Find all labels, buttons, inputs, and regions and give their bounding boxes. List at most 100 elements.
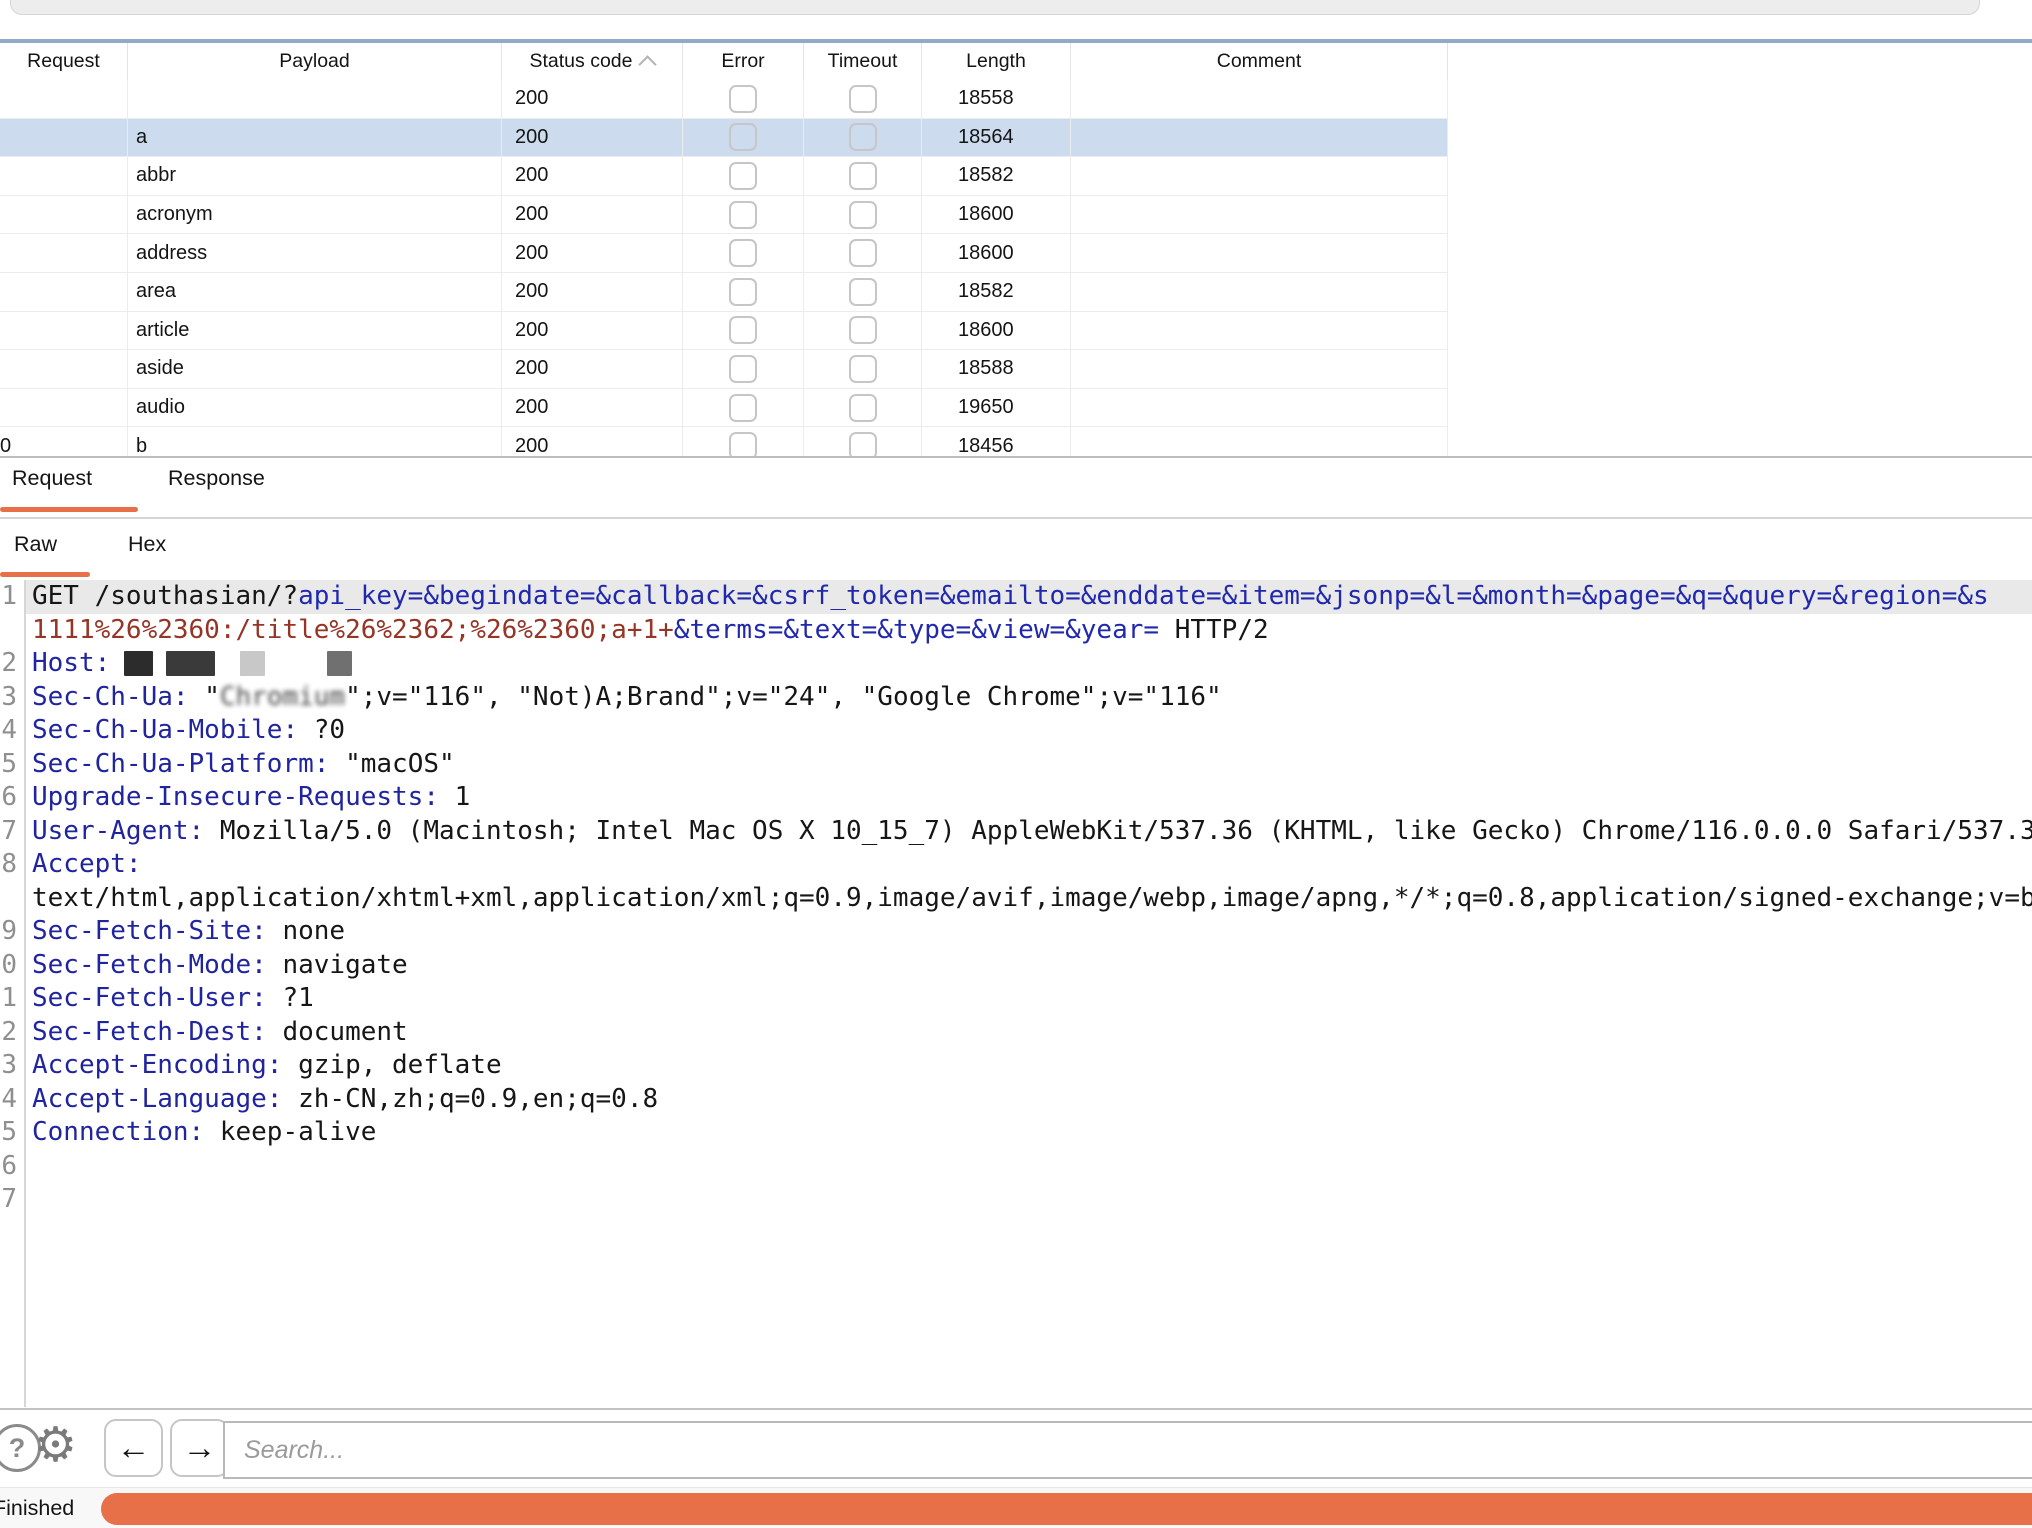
comment-cell	[1071, 234, 1448, 273]
timeout-checkbox[interactable]	[849, 432, 877, 456]
request-number-cell	[0, 312, 128, 351]
table-row[interactable]: address 200 18600	[0, 234, 1448, 273]
code-text: Sec-Ch-Ua-Platform: "macOS"	[32, 748, 2032, 782]
line-number: 4	[0, 1083, 17, 1117]
gear-icon[interactable]: ⚙	[34, 1414, 77, 1478]
error-cell	[683, 427, 804, 456]
table-row[interactable]: a 200 18564	[0, 119, 1448, 158]
timeout-checkbox[interactable]	[849, 162, 877, 190]
line-number: 5	[0, 748, 17, 782]
timeout-checkbox[interactable]	[849, 85, 877, 113]
error-cell	[683, 119, 804, 158]
payload-cell: acronym	[128, 196, 502, 235]
error-checkbox[interactable]	[729, 85, 757, 113]
error-cell	[683, 350, 804, 389]
results-table-header: Request Payload Status code Error Timeou…	[0, 43, 2032, 81]
code-text: Host:	[32, 647, 2032, 681]
status-code-cell: 200	[502, 273, 683, 312]
tab-request[interactable]: Request	[12, 466, 92, 491]
error-checkbox[interactable]	[729, 355, 757, 383]
column-header-request[interactable]: Request	[0, 43, 128, 80]
line-number: 6	[0, 781, 17, 815]
line-number: 0	[0, 949, 17, 983]
timeout-checkbox[interactable]	[849, 201, 877, 229]
table-row[interactable]: 200 18558	[0, 80, 1448, 119]
code-line: 6	[0, 1150, 2032, 1184]
table-row[interactable]: abbr 200 18582	[0, 157, 1448, 196]
line-number: 4	[0, 714, 17, 748]
column-header-length[interactable]: Length	[922, 43, 1071, 80]
timeout-cell	[804, 157, 922, 196]
previous-match-button[interactable]: ←	[104, 1419, 163, 1477]
error-checkbox[interactable]	[729, 239, 757, 267]
active-view-indicator	[0, 572, 90, 577]
error-cell	[683, 234, 804, 273]
comment-cell	[1071, 273, 1448, 312]
table-editor-splitter[interactable]	[0, 456, 2032, 458]
filter-bar[interactable]	[10, 0, 1980, 15]
code-line: 1111%26%2360:/title%26%2362;%26%2360;a+1…	[0, 614, 2032, 648]
timeout-checkbox[interactable]	[849, 239, 877, 267]
error-cell	[683, 273, 804, 312]
column-header-payload[interactable]: Payload	[128, 43, 502, 80]
timeout-cell	[804, 350, 922, 389]
tab-raw[interactable]: Raw	[14, 532, 57, 557]
comment-cell	[1071, 427, 1448, 456]
error-checkbox[interactable]	[729, 394, 757, 422]
status-code-cell: 200	[502, 80, 683, 119]
comment-cell	[1071, 157, 1448, 196]
tabs-divider	[0, 517, 2032, 519]
next-match-button[interactable]: →	[170, 1419, 229, 1477]
timeout-checkbox[interactable]	[849, 123, 877, 151]
request-editor[interactable]: 1 GET /southasian/?api_key=&begindate=&c…	[0, 580, 2032, 1406]
timeout-cell	[804, 273, 922, 312]
error-cell	[683, 389, 804, 428]
code-line: 5 Connection: keep-alive	[0, 1116, 2032, 1150]
length-cell: 18600	[922, 312, 1071, 351]
code-text: GET /southasian/?api_key=&begindate=&cal…	[32, 580, 2032, 614]
table-row[interactable]: audio 200 19650	[0, 389, 1448, 428]
error-checkbox[interactable]	[729, 316, 757, 344]
error-checkbox[interactable]	[729, 123, 757, 151]
payload-cell: abbr	[128, 157, 502, 196]
table-row[interactable]: area 200 18582	[0, 273, 1448, 312]
timeout-checkbox[interactable]	[849, 394, 877, 422]
code-line: 4 Sec-Ch-Ua-Mobile: ?0	[0, 714, 2032, 748]
table-row[interactable]: acronym 200 18600	[0, 196, 1448, 235]
column-header-comment[interactable]: Comment	[1071, 43, 1448, 80]
search-input[interactable]	[223, 1421, 2032, 1479]
length-cell: 18558	[922, 80, 1071, 119]
code-text: Sec-Fetch-Site: none	[32, 915, 2032, 949]
error-checkbox[interactable]	[729, 432, 757, 456]
table-row[interactable]: aside 200 18588	[0, 350, 1448, 389]
payload-cell: a	[128, 119, 502, 158]
column-header-status-code[interactable]: Status code	[502, 43, 683, 80]
table-row[interactable]: article 200 18600	[0, 312, 1448, 351]
timeout-cell	[804, 427, 922, 456]
column-header-timeout[interactable]: Timeout	[804, 43, 922, 80]
length-cell: 18456	[922, 427, 1071, 456]
request-number-cell	[0, 80, 128, 119]
comment-cell	[1071, 312, 1448, 351]
redacted-value	[240, 651, 265, 676]
error-checkbox[interactable]	[729, 278, 757, 306]
length-cell: 18582	[922, 273, 1071, 312]
status-code-cell: 200	[502, 350, 683, 389]
tab-response[interactable]: Response	[168, 466, 265, 491]
timeout-checkbox[interactable]	[849, 316, 877, 344]
column-header-error[interactable]: Error	[683, 43, 804, 80]
error-checkbox[interactable]	[729, 162, 757, 190]
code-text: Sec-Ch-Ua: "Chromium";v="116", "Not)A;Br…	[32, 681, 2032, 715]
code-text: Upgrade-Insecure-Requests: 1	[32, 781, 2032, 815]
error-checkbox[interactable]	[729, 201, 757, 229]
request-number-cell	[0, 350, 128, 389]
timeout-checkbox[interactable]	[849, 278, 877, 306]
payload-cell: area	[128, 273, 502, 312]
line-number: 9	[0, 915, 17, 949]
results-table-body: 200 18558 a 200 18564 abbr 200 18582 acr…	[0, 80, 2032, 456]
tab-hex[interactable]: Hex	[128, 532, 166, 557]
timeout-checkbox[interactable]	[849, 355, 877, 383]
code-line: 5 Sec-Ch-Ua-Platform: "macOS"	[0, 748, 2032, 782]
table-row[interactable]: 0 b 200 18456	[0, 427, 1448, 456]
code-line: 2 Sec-Fetch-Dest: document	[0, 1016, 2032, 1050]
